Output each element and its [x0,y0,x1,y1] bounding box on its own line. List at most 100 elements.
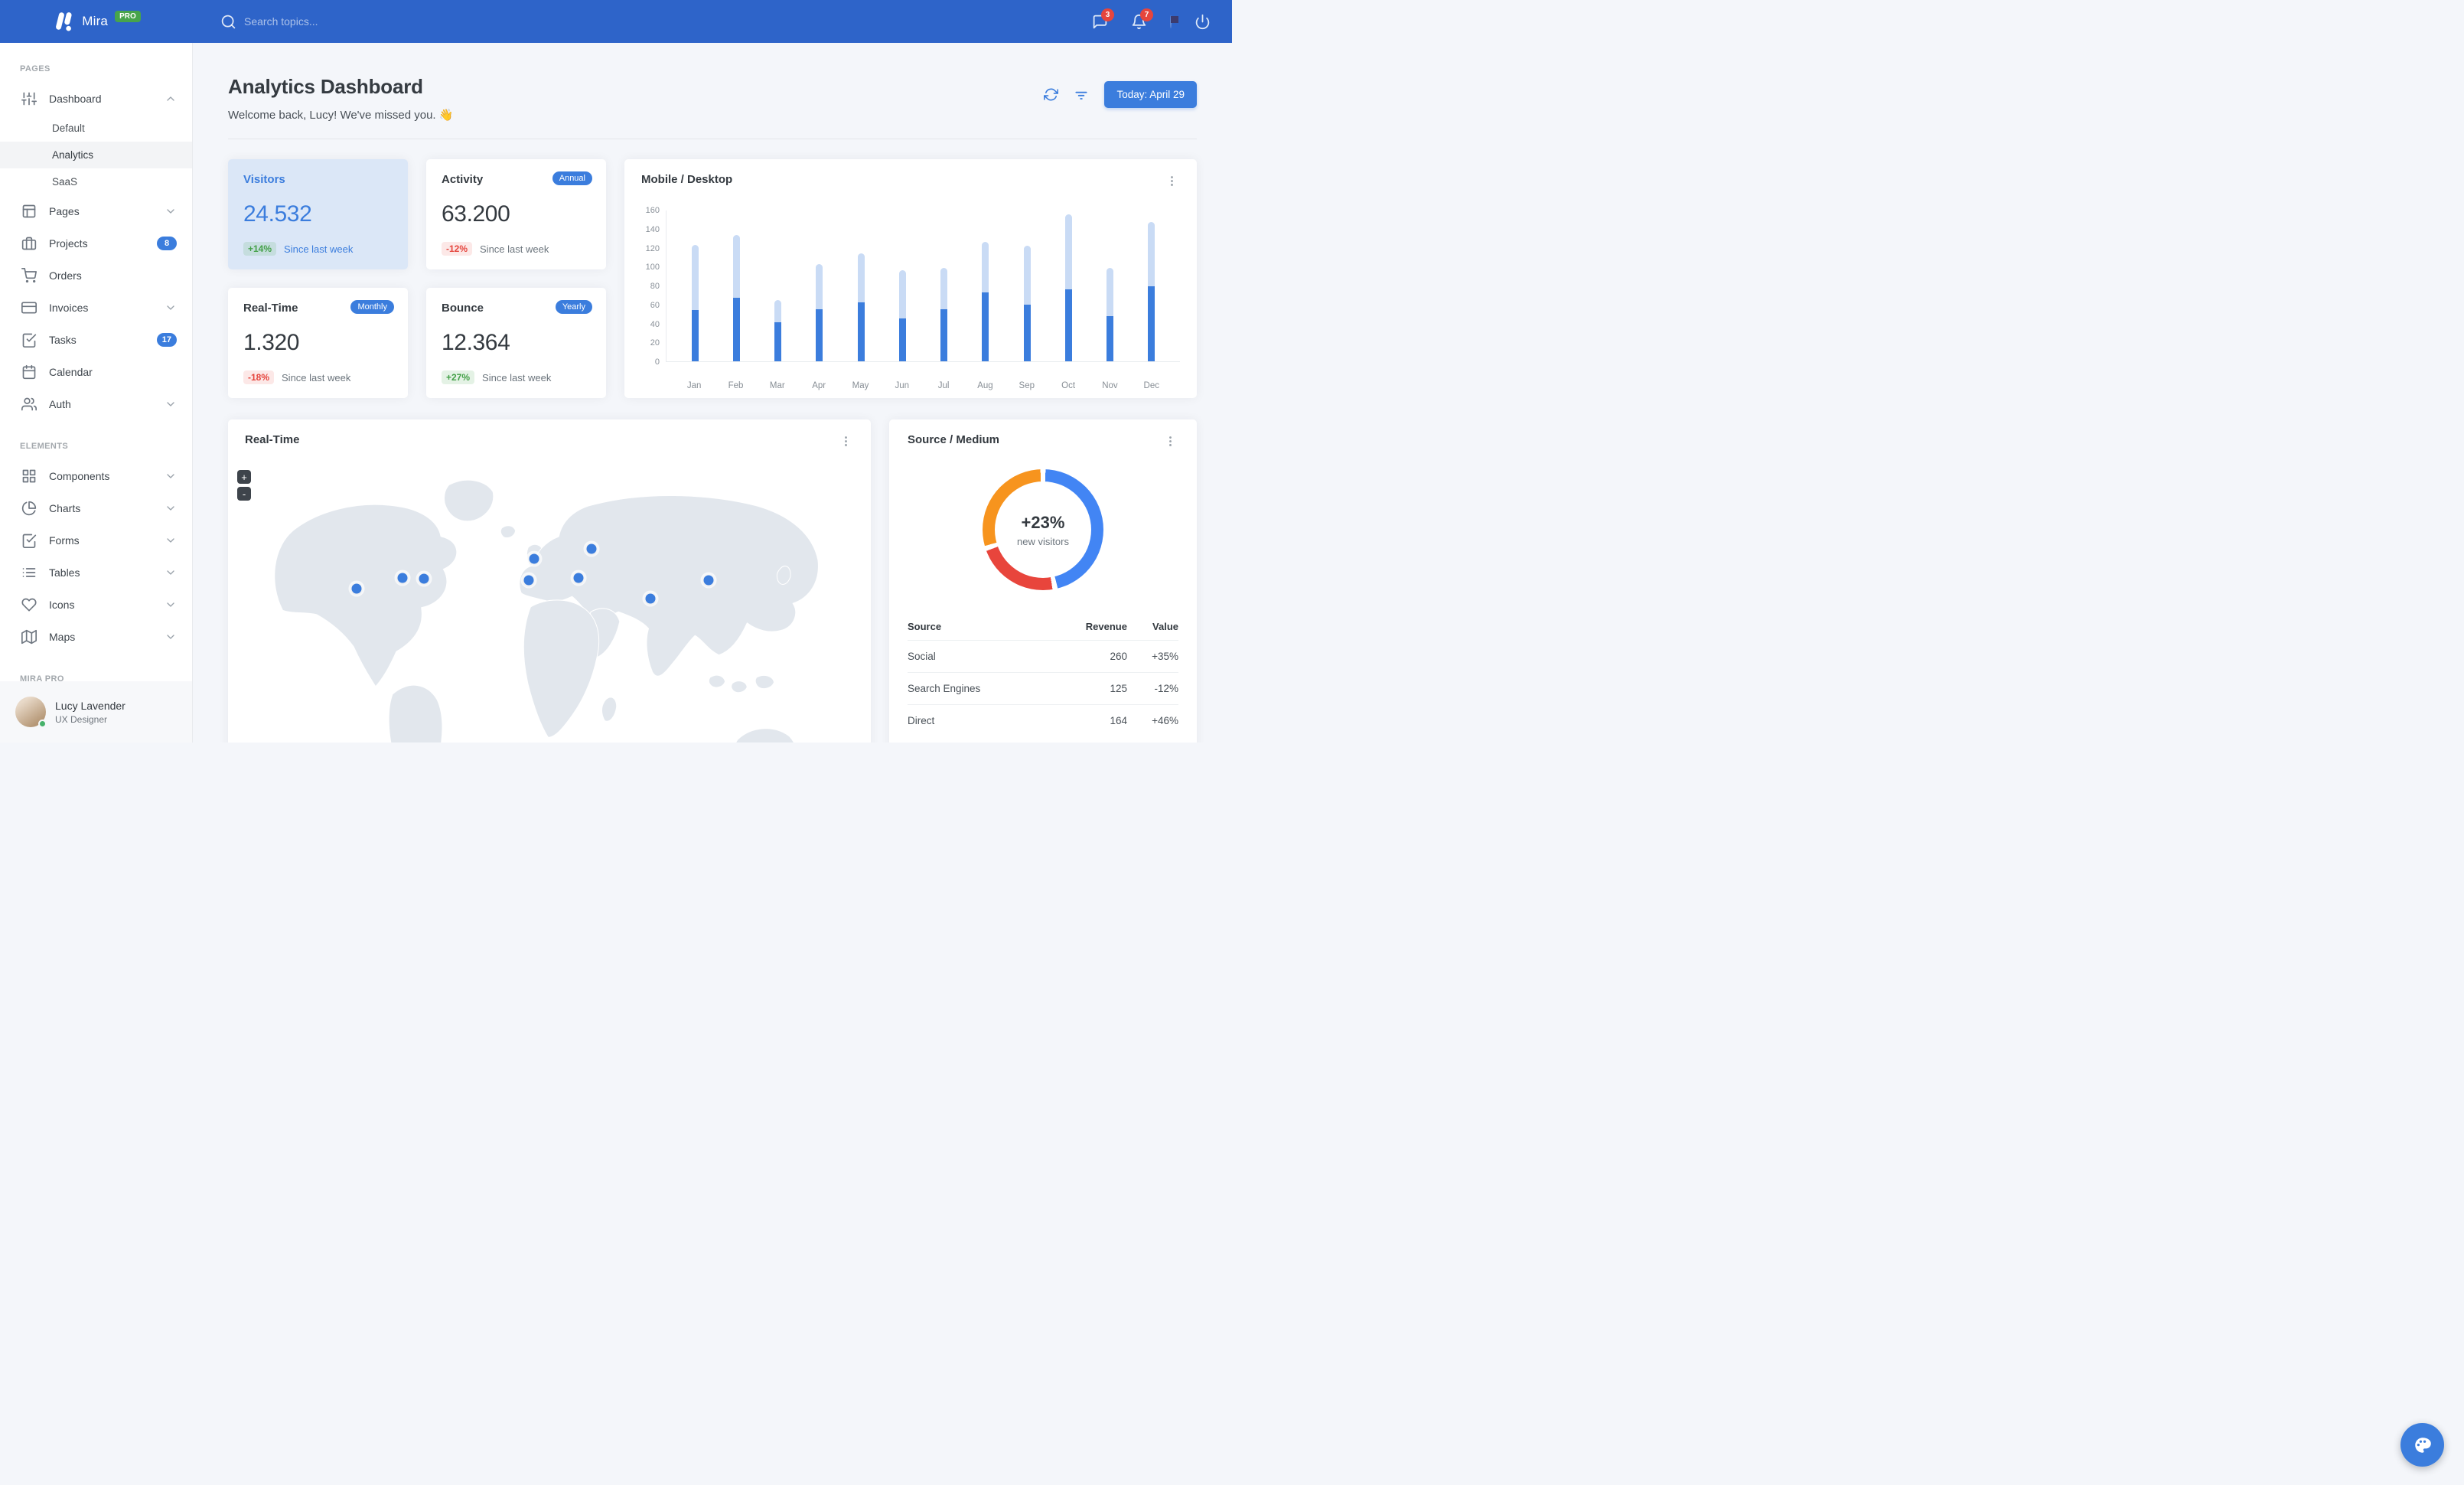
sidebar-item-orders[interactable]: Orders [0,259,192,292]
sidebar-item-calendar[interactable]: Calendar [0,356,192,388]
sidebar-item-invoices[interactable]: Invoices [0,292,192,324]
check-square-icon [21,533,37,548]
search-icon [220,14,236,30]
notifications-button[interactable]: 7 [1131,8,1153,30]
sidebar-item-charts[interactable]: Charts [0,492,192,524]
messages-button[interactable]: 3 [1092,8,1114,30]
bar-oct [1048,211,1089,361]
stat-period-badge[interactable]: Monthly [350,300,394,314]
users-icon [21,397,37,412]
cell-source: Social [908,651,936,662]
badge: 8 [157,237,177,250]
chevron-down-icon [165,534,177,547]
language-button[interactable] [1170,15,1172,28]
bar-nov [1090,211,1131,361]
sidebar-item-projects[interactable]: Projects 8 [0,227,192,259]
sidebar-subitem-analytics[interactable]: Analytics [0,142,192,168]
donut-center: +23% new visitors [995,481,1091,578]
source-table: Source Revenue Value Social 260 +35% Search… [908,613,1178,736]
sidebar-item-maps[interactable]: Maps [0,621,192,653]
col-revenue: Revenue [1085,621,1127,632]
stat-title: Visitors [243,173,285,186]
realtime-map-card: Real-Time + - [228,419,871,742]
sidebar-item-pages[interactable]: Pages [0,195,192,227]
sidebar-item-icons[interactable]: Icons [0,589,192,621]
pro-badge: PRO [115,10,141,22]
stat-card-visitors: Visitors 24.532 +14% Since last week [228,159,408,269]
mobile-desktop-card: Mobile / Desktop 0 20 40 60 80 100 120 140 160 J… [624,159,1197,398]
bar-jun [882,211,923,361]
refresh-button[interactable] [1044,87,1059,102]
new-visitors-value: +23% [1021,512,1065,532]
source-menu-button[interactable] [1162,433,1178,449]
main-content: Analytics Dashboard Welcome back, Lucy! … [193,43,1232,742]
map-marker [419,573,429,584]
chevron-down-icon [165,302,177,314]
stat-caption: Since last week [482,371,552,383]
stat-caption: Since last week [282,371,351,383]
sidebar-item-auth[interactable]: Auth [0,388,192,420]
stat-change-badge: +27% [442,370,475,384]
sidebar-item-components[interactable]: Components [0,460,192,492]
stat-period-badge[interactable]: Yearly [555,300,592,314]
sidebar-item-forms[interactable]: Forms [0,524,192,556]
us-flag-icon [1170,15,1172,28]
sidebar-item-dashboard[interactable]: Dashboard [0,83,192,115]
stat-value: 24.532 [243,201,312,227]
bar-feb [715,211,757,361]
page-title: Analytics Dashboard [228,75,423,98]
bar-jan [674,211,715,361]
sliders-icon [21,91,37,106]
more-vertical-icon [1164,435,1177,448]
avatar [15,697,47,728]
stat-value: 63.200 [442,201,510,227]
source-medium-card: Source / Medium +23% new visitors Source… [889,419,1197,742]
messages-count-badge: 3 [1101,8,1114,21]
sidebar-subitem-default[interactable]: Default [0,115,192,142]
world-map-svg [274,479,819,742]
check-square-icon [21,332,37,348]
chevron-down-icon [165,205,177,217]
filter-button[interactable] [1074,87,1089,103]
grid-icon [21,468,37,484]
stat-card-bounce: Bounce Yearly 12.364 +27% Since last week [426,288,606,398]
sidebar-item-tasks[interactable]: Tasks 17 [0,324,192,356]
map-zoom-in-button[interactable]: + [237,470,251,484]
stat-change-badge: +14% [243,242,277,256]
map-menu-button[interactable] [838,433,854,449]
table-row: Social 260 +35% [908,640,1178,673]
bar-dec [1131,211,1172,361]
stat-card-activity: Activity Annual 63.200 -12% Since last week [426,159,606,269]
bar-sep [1006,211,1048,361]
sidebar-subitem-saas[interactable]: SaaS [0,168,192,195]
cell-value: +46% [1152,715,1178,726]
theme-settings-fab[interactable] [2400,1423,2444,1467]
brand[interactable]: Mira PRO [0,10,193,33]
sidebar-user-card[interactable]: Lucy Lavender UX Designer [0,681,192,742]
search-input[interactable] [244,15,420,28]
map-marker [573,573,584,583]
sidebar-item-tables[interactable]: Tables [0,556,192,589]
layout-icon [21,204,37,219]
chevron-down-icon [165,631,177,643]
source-medium-title: Source / Medium [908,433,1000,446]
refresh-icon [1044,87,1059,102]
map-zoom-out-button[interactable]: - [237,487,251,501]
chart-menu-button[interactable] [1164,173,1180,189]
table-row: Direct 164 +46% [908,704,1178,737]
cell-source: Direct [908,715,935,726]
chevron-down-icon [165,470,177,482]
sign-out-button[interactable] [1195,14,1211,30]
cell-revenue: 164 [1110,715,1127,726]
power-icon [1195,14,1211,30]
pie-chart-icon [21,501,37,516]
map-icon [21,629,37,645]
stat-period-badge[interactable]: Annual [552,171,592,185]
stat-card-real-time: Real-Time Monthly 1.320 -18% Since last week [228,288,408,398]
cell-revenue: 260 [1110,651,1127,662]
mira-logo-icon [52,10,75,33]
today-button[interactable]: Today: April 29 [1104,81,1197,108]
online-status-dot [38,720,47,728]
stat-change-badge: -18% [243,370,275,384]
map-marker [529,553,539,564]
